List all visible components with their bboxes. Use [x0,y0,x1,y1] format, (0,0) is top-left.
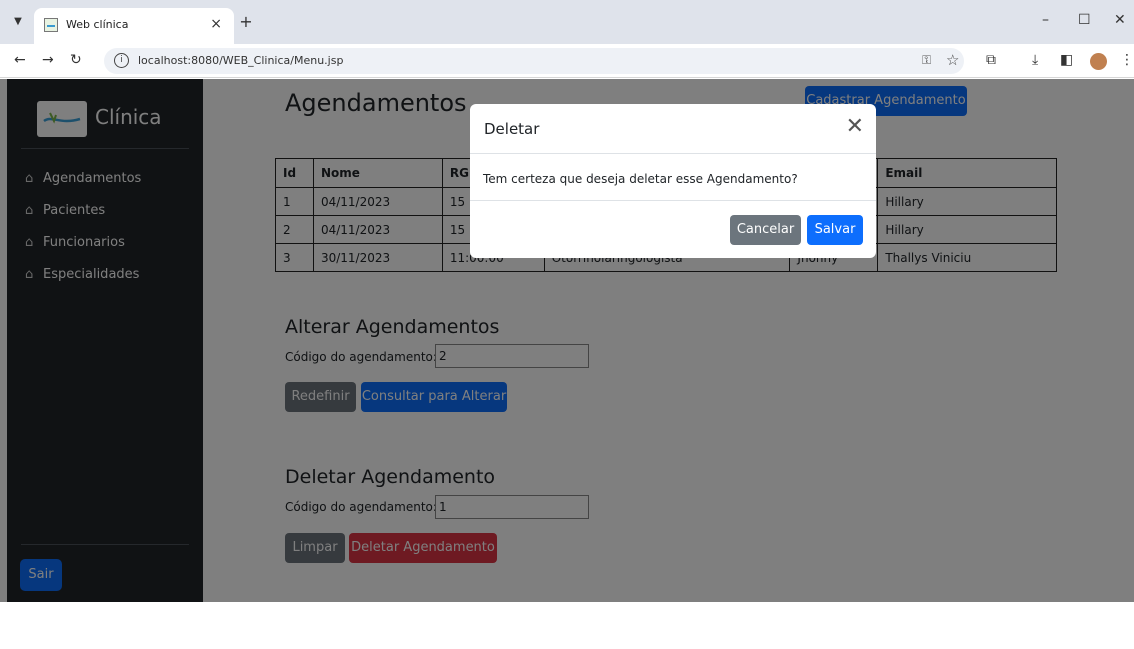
tab-search-chevron-icon[interactable]: ▼ [8,12,28,32]
menu-dots-icon[interactable]: ⋮ [1120,52,1134,68]
forward-icon[interactable]: → [42,52,54,68]
profile-avatar[interactable] [1090,53,1107,70]
window-close-icon[interactable]: ✕ [1114,12,1126,28]
browser-tab-bar: ▼ Web clínica × + – ☐ ✕ [0,0,1134,44]
browser-toolbar: ← → ↻ i localhost:8080/WEB_Clinica/Menu.… [0,44,1134,78]
reload-icon[interactable]: ↻ [70,52,82,68]
side-panel-icon[interactable]: ◧ [1060,52,1073,68]
browser-tab[interactable]: Web clínica × [34,8,234,44]
tab-close-icon[interactable]: × [210,16,222,32]
address-bar[interactable]: i localhost:8080/WEB_Clinica/Menu.jsp ⚿ … [104,48,964,74]
modal-title: Deletar [484,120,540,138]
save-button[interactable]: Salvar [807,215,863,245]
bookmark-star-icon[interactable]: ☆ [946,51,959,69]
modal-divider [470,153,876,154]
site-info-icon[interactable]: i [114,53,129,68]
cancel-button[interactable]: Cancelar [730,215,801,245]
url-text[interactable]: localhost:8080/WEB_Clinica/Menu.jsp [138,54,343,67]
new-tab-icon[interactable]: + [236,12,256,32]
close-icon[interactable]: ✕ [846,116,864,138]
tab-title: Web clínica [66,18,129,31]
back-icon[interactable]: ← [14,52,26,68]
modal-divider [470,200,876,201]
modal-message: Tem certeza que deseja deletar esse Agen… [483,172,798,186]
delete-confirm-modal: Deletar ✕ Tem certeza que deseja deletar… [470,104,876,258]
minimize-icon[interactable]: – [1042,12,1049,28]
password-key-icon[interactable]: ⚿ [922,53,931,68]
download-icon[interactable]: ⤓ [1032,52,1038,68]
maximize-icon[interactable]: ☐ [1078,12,1091,28]
extensions-icon[interactable]: ⧉ [986,52,996,68]
favicon-icon [44,18,58,32]
